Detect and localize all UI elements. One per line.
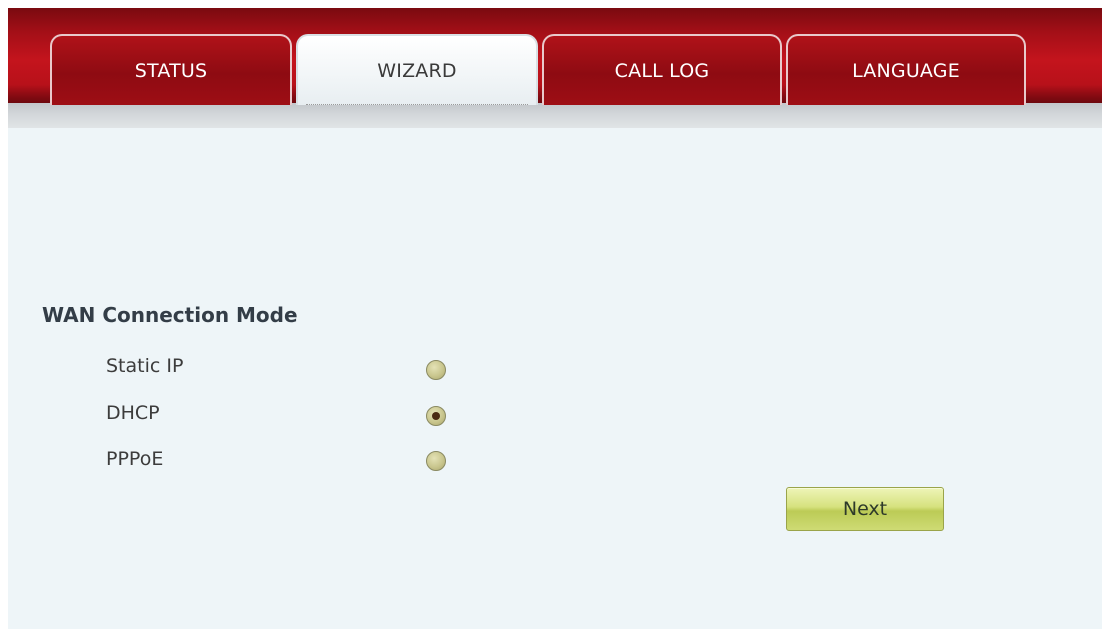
tab-status-label: STATUS — [134, 60, 208, 82]
option-dhcp-label: DHCP — [106, 402, 160, 424]
radio-dhcp[interactable] — [426, 406, 446, 426]
header-subbar — [8, 103, 1102, 128]
option-pppoe-label: PPPoE — [106, 448, 164, 470]
tab-call-log[interactable]: CALL LOG — [542, 34, 782, 105]
tab-wizard[interactable]: WIZARD — [296, 34, 538, 105]
tab-language[interactable]: LANGUAGE — [786, 34, 1026, 105]
radio-pppoe[interactable] — [426, 451, 446, 471]
next-button[interactable]: Next — [786, 487, 944, 531]
tab-wizard-underline — [306, 104, 528, 105]
option-static-ip-label: Static IP — [106, 355, 184, 377]
tab-call-log-label: CALL LOG — [614, 60, 710, 82]
tab-status[interactable]: STATUS — [50, 34, 292, 105]
tab-language-label: LANGUAGE — [852, 60, 960, 82]
tab-wizard-label: WIZARD — [377, 60, 457, 82]
page-frame: STATUS WIZARD CALL LOG LANGUAGE WAN Conn… — [8, 8, 1102, 629]
radio-static-ip[interactable] — [426, 360, 446, 380]
wan-section-title: WAN Connection Mode — [42, 303, 298, 327]
